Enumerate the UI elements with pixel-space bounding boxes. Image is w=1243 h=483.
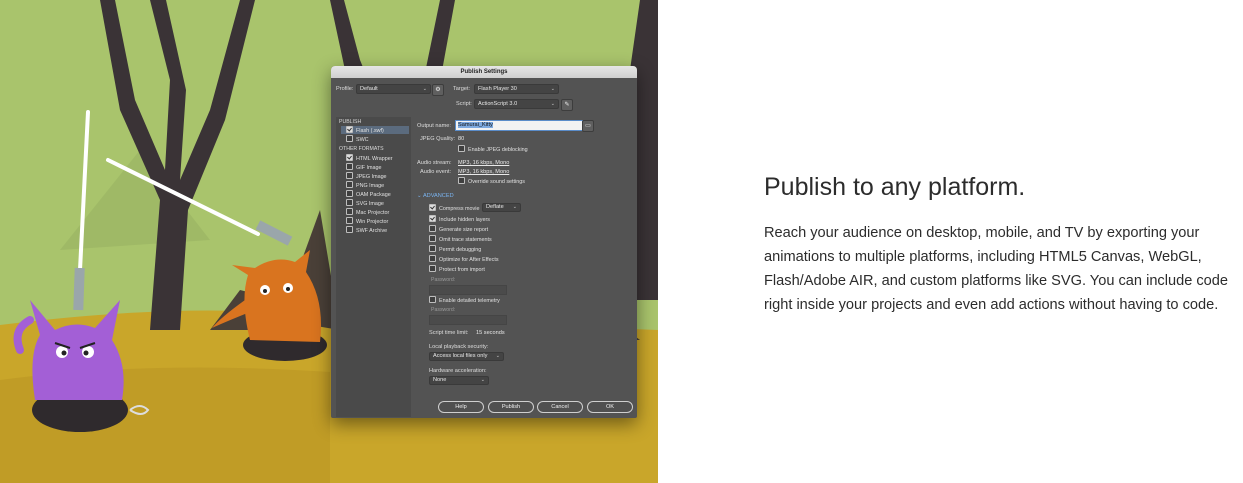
format-gif[interactable]: GIF Image xyxy=(346,163,381,171)
target-value: Flash Player 30 xyxy=(478,86,517,92)
script-dropdown[interactable]: ActionScript 3.0 ⌄ xyxy=(474,99,559,109)
hardware-acceleration-label: Hardware acceleration: xyxy=(429,368,487,374)
password-input[interactable] xyxy=(429,285,507,295)
flash-checkbox[interactable] xyxy=(346,126,353,133)
chevron-down-icon: ⌄ xyxy=(550,101,555,107)
format-mac-projector[interactable]: Mac Projector xyxy=(346,208,389,216)
feature-copy: Publish to any platform. Reach your audi… xyxy=(764,170,1234,317)
folder-icon[interactable]: ▭ xyxy=(582,120,594,132)
win-projector-checkbox[interactable] xyxy=(346,217,353,224)
hardware-acceleration-dropdown[interactable]: None ⌄ xyxy=(429,376,489,385)
override-sound-option[interactable]: Override sound settings xyxy=(458,177,525,185)
html-wrapper-checkbox[interactable] xyxy=(346,154,353,161)
publish-settings-dialog: Publish Settings Profile: Default ⌄ ⚙ Tar… xyxy=(331,66,637,418)
format-flash-swf[interactable]: Flash (.swf) xyxy=(341,126,409,134)
jpeg-deblocking-option[interactable]: Enable JPEG deblocking xyxy=(458,145,528,153)
omit-trace-option[interactable]: Omit trace statements xyxy=(429,235,492,243)
include-hidden-layers-checkbox[interactable] xyxy=(429,215,436,222)
omit-trace-checkbox[interactable] xyxy=(429,235,436,242)
optimize-after-effects-option[interactable]: Optimize for After Effects xyxy=(429,255,499,263)
help-button[interactable]: Help xyxy=(438,401,484,413)
gear-icon[interactable]: ⚙ xyxy=(432,84,444,96)
format-win-projector[interactable]: Win Projector xyxy=(346,217,388,225)
format-html-wrapper[interactable]: HTML Wrapper xyxy=(346,154,393,162)
script-time-limit-label: Script time limit: xyxy=(429,330,469,336)
ok-button[interactable]: OK xyxy=(587,401,633,413)
other-formats-section-label: OTHER FORMATS xyxy=(339,146,384,152)
jpeg-quality-value[interactable]: 80 xyxy=(458,136,464,142)
local-playback-dropdown[interactable]: Access local files only ⌄ xyxy=(429,352,504,361)
format-oam[interactable]: OAM Package xyxy=(346,190,391,198)
png-checkbox[interactable] xyxy=(346,181,353,188)
include-hidden-layers-option[interactable]: Include hidden layers xyxy=(429,215,490,223)
advanced-toggle[interactable]: ⌄ ADVANCED xyxy=(417,193,454,199)
password-label: Password: xyxy=(431,277,456,283)
gif-checkbox[interactable] xyxy=(346,163,353,170)
feature-heading: Publish to any platform. xyxy=(764,173,1026,201)
permit-debugging-checkbox[interactable] xyxy=(429,245,436,252)
target-dropdown[interactable]: Flash Player 30 ⌄ xyxy=(474,84,559,94)
chevron-down-icon: ⌄ xyxy=(495,353,500,359)
protect-from-import-option[interactable]: Protect from import xyxy=(429,265,485,273)
compress-movie-dropdown[interactable]: Deflate ⌄ xyxy=(482,203,521,212)
target-label: Target: xyxy=(453,86,471,92)
chevron-down-icon: ⌄ xyxy=(512,204,517,210)
telemetry-password-input[interactable] xyxy=(429,315,507,325)
chevron-down-icon: ⌄ xyxy=(422,86,427,92)
local-playback-label: Local playback security: xyxy=(429,344,489,350)
feature-body: Reach your audience on desktop, mobile, … xyxy=(764,225,1229,313)
protect-from-import-checkbox[interactable] xyxy=(429,265,436,272)
script-label: Script: xyxy=(456,101,472,107)
script-value: ActionScript 3.0 xyxy=(478,101,518,107)
swf-archive-checkbox[interactable] xyxy=(346,226,353,233)
audio-stream-label: Audio stream: xyxy=(417,160,452,166)
mac-projector-checkbox[interactable] xyxy=(346,208,353,215)
format-png[interactable]: PNG Image xyxy=(346,181,384,189)
generate-size-report-checkbox[interactable] xyxy=(429,225,436,232)
permit-debugging-option[interactable]: Permit debugging xyxy=(429,245,481,253)
jpeg-checkbox[interactable] xyxy=(346,172,353,179)
format-jpeg[interactable]: JPEG Image xyxy=(346,172,387,180)
profile-dropdown[interactable]: Default ⌄ xyxy=(356,84,431,94)
format-swc[interactable]: SWC xyxy=(346,135,369,143)
detailed-telemetry-option[interactable]: Enable detailed telemetry xyxy=(429,296,500,304)
telemetry-password-label: Password: xyxy=(431,307,456,313)
wrench-icon[interactable]: ✎ xyxy=(561,99,573,111)
override-sound-checkbox[interactable] xyxy=(458,177,465,184)
generate-size-report-option[interactable]: Generate size report xyxy=(429,225,488,233)
output-name-label: Output name: xyxy=(417,123,451,129)
swc-checkbox[interactable] xyxy=(346,135,353,142)
chevron-down-icon: ⌄ xyxy=(550,86,555,92)
format-svg[interactable]: SVG Image xyxy=(346,199,384,207)
format-swf-archive[interactable]: SWF Archive xyxy=(346,226,387,234)
compress-movie-option[interactable]: Compress movie xyxy=(429,204,479,212)
jpeg-deblocking-checkbox[interactable] xyxy=(458,145,465,152)
optimize-after-effects-checkbox[interactable] xyxy=(429,255,436,262)
formats-panel: PUBLISH Flash (.swf) SWC OTHER FORMATS H… xyxy=(336,117,411,417)
chevron-down-icon: ⌄ xyxy=(480,377,485,383)
audio-event-value[interactable]: MP3, 16 kbps, Mono xyxy=(458,169,509,175)
profile-label: Profile: xyxy=(336,86,354,92)
dialog-title: Publish Settings xyxy=(331,66,637,78)
publish-button[interactable]: Publish xyxy=(488,401,534,413)
hero-illustration: Publish Settings Profile: Default ⌄ ⚙ Tar… xyxy=(0,0,658,483)
detailed-telemetry-checkbox[interactable] xyxy=(429,296,436,303)
audio-event-label: Audio event: xyxy=(420,169,452,175)
profile-value: Default xyxy=(360,86,378,92)
compress-movie-checkbox[interactable] xyxy=(429,204,436,211)
script-time-limit-value[interactable]: 15 seconds xyxy=(476,330,505,336)
output-name-input[interactable]: Samurai_Kitty xyxy=(455,120,583,131)
cancel-button[interactable]: Cancel xyxy=(537,401,583,413)
publish-section-label: PUBLISH xyxy=(339,119,362,125)
svg-checkbox[interactable] xyxy=(346,199,353,206)
audio-stream-value[interactable]: MP3, 16 kbps, Mono xyxy=(458,160,509,166)
oam-checkbox[interactable] xyxy=(346,190,353,197)
jpeg-quality-label: JPEG Quality: xyxy=(420,136,456,142)
